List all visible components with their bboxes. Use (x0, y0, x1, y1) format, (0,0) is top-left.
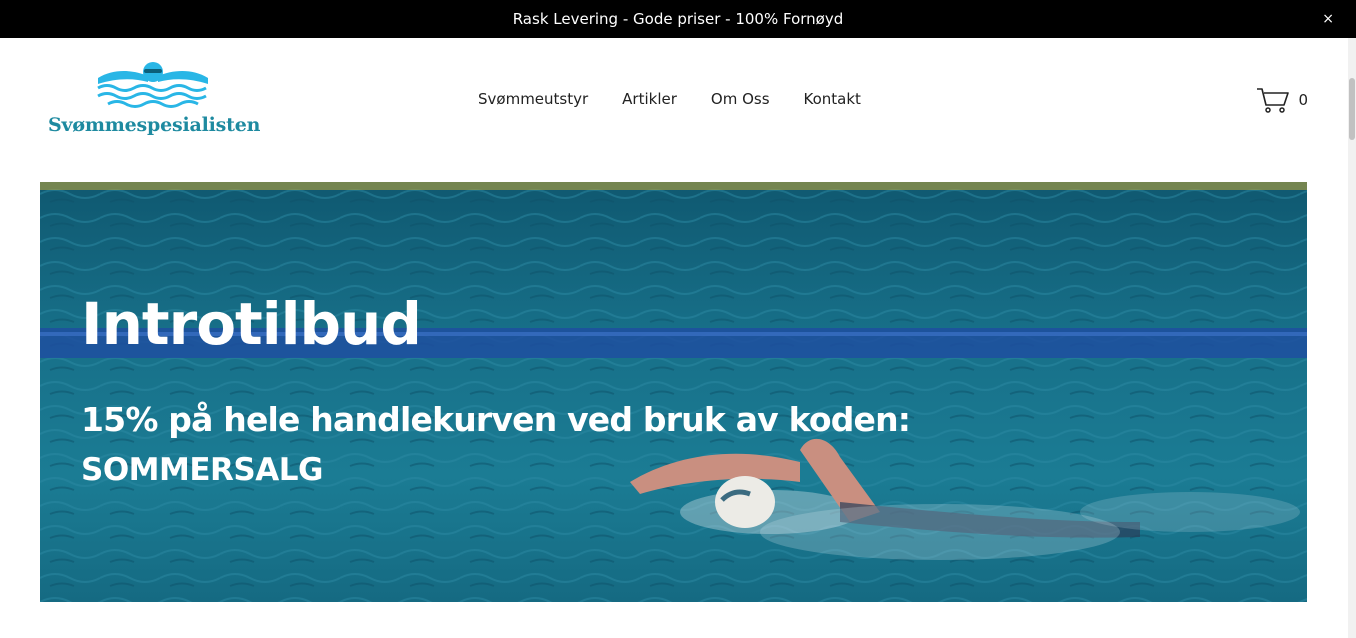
nav-item-artikler[interactable]: Artikler (622, 90, 677, 108)
close-icon[interactable]: × (1322, 10, 1334, 28)
site-logo[interactable]: Svømmespesialisten (44, 56, 260, 146)
logo-text: Svømmespesialisten (48, 114, 261, 136)
hero-title: Introtilbud (81, 290, 422, 358)
nav-item-svommeutstyr[interactable]: Svømmeutstyr (478, 90, 588, 108)
announcement-bar: Rask Levering - Gode priser - 100% Fornø… (0, 0, 1356, 38)
cart-icon (1257, 88, 1290, 113)
nav-item-kontakt[interactable]: Kontakt (804, 90, 861, 108)
main-nav: Svømmeutstyr Artikler Om Oss Kontakt (478, 90, 861, 108)
nav-item-om-oss[interactable]: Om Oss (711, 90, 770, 108)
swimmer-logo-icon (97, 62, 208, 108)
hero-banner[interactable]: Introtilbud 15% på hele handlekurven ved… (40, 182, 1307, 602)
announcement-text: Rask Levering - Gode priser - 100% Fornø… (512, 10, 844, 28)
scrollbar[interactable] (1348, 38, 1356, 638)
cart-count: 0 (1298, 91, 1308, 109)
hero-subtitle: 15% på hele handlekurven ved bruk av kod… (81, 400, 911, 439)
scrollbar-thumb[interactable] (1349, 78, 1355, 140)
cart-button[interactable]: 0 (1256, 86, 1308, 114)
pool-background-image (40, 182, 1307, 602)
hero-discount-code: SOMMERSALG (81, 452, 323, 488)
